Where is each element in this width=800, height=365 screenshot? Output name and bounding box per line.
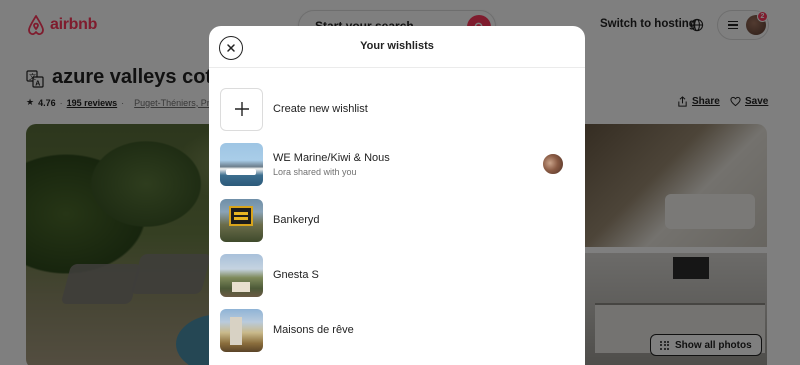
plus-icon (234, 102, 249, 116)
create-wishlist-label: Create new wishlist (273, 103, 368, 115)
wishlist-shared-note: Lora shared with you (273, 166, 357, 177)
wishlist-text: Create new wishlist (273, 103, 368, 115)
wishlist-name: Gnesta S (273, 269, 319, 281)
avatar (542, 153, 564, 175)
wishlist-item[interactable]: WE Marine/Kiwi & Nous Lora shared with y… (220, 142, 574, 186)
wishlist-text: Maisons de rêve (273, 324, 354, 336)
wishlist-text: WE Marine/Kiwi & Nous Lora shared with y… (273, 152, 390, 177)
create-wishlist-tile (220, 87, 263, 131)
wishlist-thumbnail (220, 308, 263, 352)
wishlist-item[interactable]: Gnesta S (220, 253, 574, 297)
wishlist-thumbnail (220, 142, 263, 186)
wishlist-text: Gnesta S (273, 269, 319, 281)
wishlist-thumbnail (220, 198, 263, 242)
wishlist-item[interactable]: Bankeryd (220, 198, 574, 242)
wishlist-thumbnail (220, 253, 263, 297)
wishlist-name: WE Marine/Kiwi & Nous (273, 151, 390, 164)
create-wishlist-item[interactable]: Create new wishlist (220, 87, 574, 131)
wishlist-name: Bankeryd (273, 214, 320, 226)
wishlist-item[interactable]: Maisons de rêve (220, 308, 574, 352)
wishlist-name: Maisons de rêve (273, 324, 354, 336)
modal-title: Your wishlists (360, 40, 434, 52)
wishlist-text: Bankeryd (273, 214, 319, 226)
modal-header: Your wishlists (209, 26, 585, 68)
wishlist-modal: Your wishlists Create new wishlist WE Ma… (209, 26, 585, 365)
